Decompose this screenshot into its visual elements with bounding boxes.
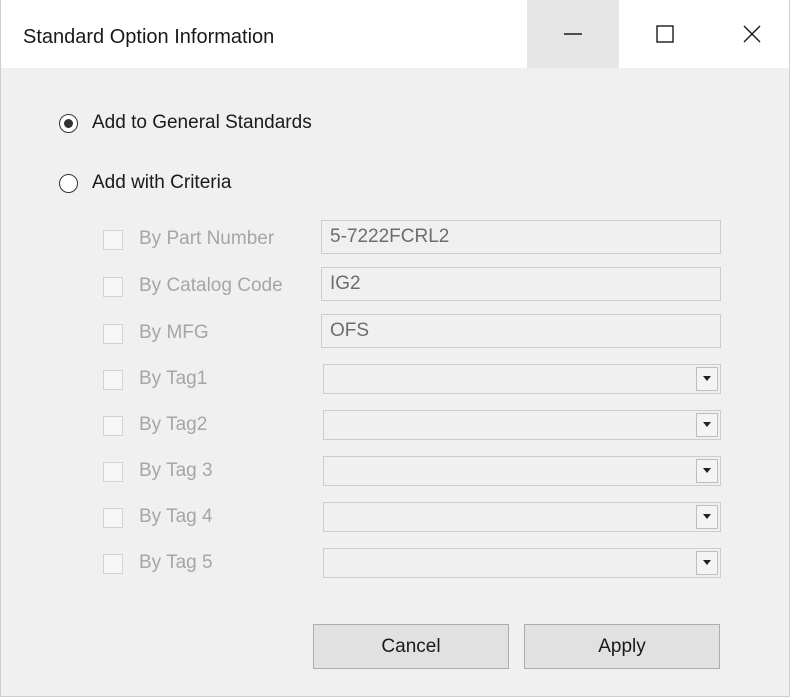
checkbox-tag4[interactable] [103,508,123,528]
checkbox-mfg[interactable] [103,324,123,344]
close-button[interactable] [706,0,790,68]
label-tag1: By Tag1 [139,368,208,389]
checkbox-tag1[interactable] [103,370,123,390]
label-mfg: By MFG [139,322,209,343]
radio-button-selected[interactable] [59,113,78,133]
title-bar[interactable]: Standard Option Information [1,0,789,68]
criteria-row-catalog-code: By Catalog Code IG2 [103,267,733,307]
tag4-dropdown[interactable] [323,502,721,532]
radio-button-unselected[interactable] [59,173,78,193]
criteria-row-tag2: By Tag2 [103,406,733,446]
dropdown-arrow-button[interactable] [696,551,718,575]
catalog-code-field[interactable]: IG2 [321,267,721,301]
dialog-window: Standard Option Information Add to Gener… [0,0,790,697]
radio-label-criteria: Add with Criteria [92,172,232,193]
close-icon [743,25,761,43]
dropdown-arrow-button[interactable] [696,505,718,529]
checkbox-tag5[interactable] [103,554,123,574]
window-title: Standard Option Information [23,26,275,48]
radio-dot [64,118,73,128]
dropdown-arrow-button[interactable] [696,367,718,391]
chevron-down-icon [703,422,711,427]
label-catalog-code: By Catalog Code [139,275,283,296]
dropdown-arrow-button[interactable] [696,459,718,483]
checkbox-tag3[interactable] [103,462,123,482]
radio-add-with-criteria[interactable]: Add with Criteria [59,172,231,194]
label-tag5: By Tag 5 [139,552,213,573]
apply-button[interactable]: Apply [524,624,720,669]
tag2-dropdown[interactable] [323,410,721,440]
criteria-row-tag3: By Tag 3 [103,452,733,492]
maximize-icon [656,25,674,43]
maximize-button[interactable] [619,0,711,68]
chevron-down-icon [703,468,711,473]
chevron-down-icon [703,376,711,381]
chevron-down-icon [703,514,711,519]
tag1-dropdown[interactable] [323,364,721,394]
label-part-number: By Part Number [139,228,275,249]
radio-label-general: Add to General Standards [92,112,312,133]
criteria-row-part-number: By Part Number 5-7222FCRL2 [103,220,733,260]
mfg-field[interactable]: OFS [321,314,721,348]
label-tag3: By Tag 3 [139,460,213,481]
criteria-row-tag5: By Tag 5 [103,544,733,584]
cancel-button[interactable]: Cancel [313,624,509,669]
minimize-icon [564,33,582,35]
label-tag4: By Tag 4 [139,506,213,527]
checkbox-catalog-code[interactable] [103,277,123,297]
radio-add-general-standards[interactable]: Add to General Standards [59,112,312,134]
checkbox-tag2[interactable] [103,416,123,436]
minimize-button[interactable] [527,0,619,68]
tag5-dropdown[interactable] [323,548,721,578]
tag3-dropdown[interactable] [323,456,721,486]
criteria-row-tag4: By Tag 4 [103,498,733,538]
label-tag2: By Tag2 [139,414,208,435]
dropdown-arrow-button[interactable] [696,413,718,437]
part-number-field[interactable]: 5-7222FCRL2 [321,220,721,254]
criteria-row-mfg: By MFG OFS [103,314,733,354]
checkbox-part-number[interactable] [103,230,123,250]
chevron-down-icon [703,560,711,565]
criteria-row-tag1: By Tag1 [103,360,733,400]
